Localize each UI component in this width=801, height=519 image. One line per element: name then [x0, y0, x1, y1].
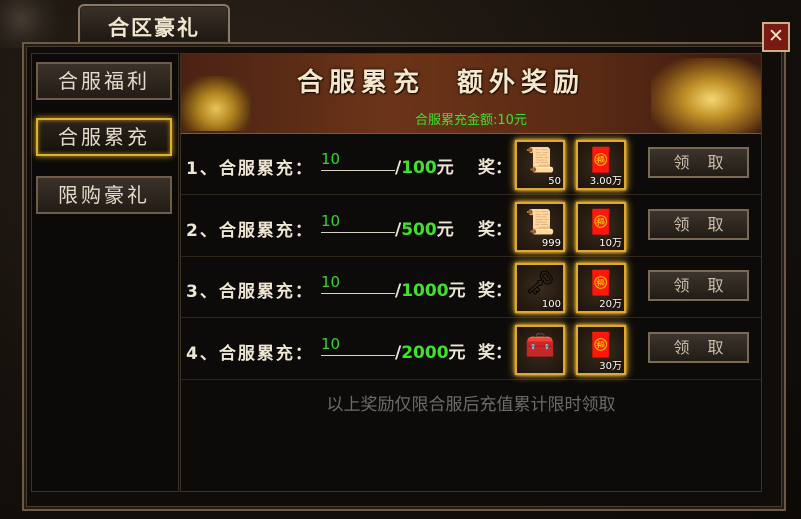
scroll-icon: 📜: [525, 208, 555, 236]
target-value: 1000: [401, 281, 449, 301]
tier-label: 2、合服累充：: [186, 221, 314, 241]
corner-ornament: [0, 0, 72, 48]
reward-row: 3、合服累充： 10/1000元 奖： 🗝 100 🧧 20万 领取: [181, 257, 761, 318]
reward-item[interactable]: 🧧 30万: [576, 325, 626, 375]
reward-item[interactable]: 🧧 20万: [576, 263, 626, 313]
reward-count: 30万: [599, 361, 622, 372]
reward-item[interactable]: 🧧 10万: [576, 202, 626, 252]
reward-item[interactable]: 🗝 100: [515, 263, 565, 313]
reward-label: 奖：: [478, 220, 512, 240]
claim-button[interactable]: 领取: [648, 270, 749, 301]
sidebar-item-merge-recharge[interactable]: 合服累充: [36, 118, 172, 156]
target-amount: /100元: [395, 153, 454, 178]
reward-row: 1、合服累充： 10/100元 奖： 📜 50 🧧 3.00万 领取: [181, 134, 761, 195]
banner-title: 合服累充 额外奖励: [296, 68, 585, 98]
window-title: 合区豪礼: [108, 15, 200, 40]
recharge-total: 合服累充金额:10元: [415, 113, 527, 128]
target-amount: /500元: [395, 215, 454, 240]
tier-label: 4、合服累充：: [186, 344, 314, 364]
reward-count: 999: [541, 238, 561, 249]
reward-label: 奖：: [478, 281, 512, 301]
reward-count: 3.00万: [589, 176, 622, 187]
current-amount: 10: [321, 212, 341, 230]
target-amount: /1000元: [395, 276, 466, 301]
treasure-chest-icon: 🧰: [525, 331, 555, 359]
close-icon: ✕: [768, 25, 784, 47]
sidebar: 合服福利 合服累充 限购豪礼: [31, 53, 179, 492]
current-amount: 10: [321, 273, 341, 291]
reward-label: 奖：: [478, 158, 512, 178]
reward-count: 100: [541, 299, 561, 310]
tier-label: 1、合服累充：: [186, 159, 314, 179]
current-amount-field: 10: [321, 273, 395, 294]
gold-ingot-icon: 🧧: [586, 331, 616, 359]
scroll-icon: 📜: [525, 146, 555, 174]
target-unit: 元: [448, 281, 466, 301]
reward-count: 10万: [599, 238, 622, 249]
reward-count: 50: [548, 176, 561, 187]
reward-item[interactable]: 📜 999: [515, 202, 565, 252]
target-value: 500: [401, 220, 437, 240]
current-amount: 10: [321, 150, 341, 168]
reward-row: 4、合服累充： 10/2000元 奖： 🧰 🧧 30万 领取: [181, 319, 761, 380]
target-unit: 元: [436, 158, 454, 178]
gold-ingot-icon: 🧧: [586, 146, 616, 174]
window-title-tab: 合区豪礼: [78, 4, 230, 42]
reward-panel: 合区豪礼 ✕ 合服福利 合服累充 限购豪礼 合服累充 额外奖励 合服累充金额:1…: [0, 0, 801, 519]
reward-item[interactable]: 🧧 3.00万: [576, 140, 626, 190]
reward-label: 奖：: [478, 343, 512, 363]
target-amount: /2000元: [395, 338, 466, 363]
claim-button[interactable]: 领取: [648, 332, 749, 363]
close-button[interactable]: ✕: [762, 22, 790, 52]
claim-button[interactable]: 领取: [648, 209, 749, 240]
footer-note: 以上奖励仅限合服后充值累计限时领取: [326, 395, 616, 415]
current-amount-field: 10: [321, 212, 395, 233]
wand-icon: 🗝: [524, 269, 556, 297]
reward-count: 20万: [599, 299, 622, 310]
reward-item[interactable]: 📜 50: [515, 140, 565, 190]
reward-item[interactable]: 🧰: [515, 325, 565, 375]
current-amount-field: 10: [321, 335, 395, 356]
target-value: 100: [401, 158, 437, 178]
main-content: 合服累充 额外奖励 合服累充金额:10元 1、合服累充： 10/100元 奖： 📜 50…: [180, 53, 762, 492]
target-value: 2000: [401, 343, 449, 363]
gold-ingot-icon: 🧧: [586, 269, 616, 297]
target-unit: 元: [436, 220, 454, 240]
sidebar-item-merge-welfare[interactable]: 合服福利: [36, 62, 172, 100]
reward-row: 2、合服累充： 10/500元 奖： 📜 999 🧧 10万 领取: [181, 196, 761, 257]
gold-ingot-icon: 🧧: [586, 208, 616, 236]
sidebar-item-limited-gifts[interactable]: 限购豪礼: [36, 176, 172, 214]
current-amount-field: 10: [321, 150, 395, 171]
tier-label: 3、合服累充：: [186, 282, 314, 302]
current-amount: 10: [321, 335, 341, 353]
target-unit: 元: [448, 343, 466, 363]
claim-button[interactable]: 领取: [648, 147, 749, 178]
banner: 合服累充 额外奖励 合服累充金额:10元: [181, 54, 761, 134]
